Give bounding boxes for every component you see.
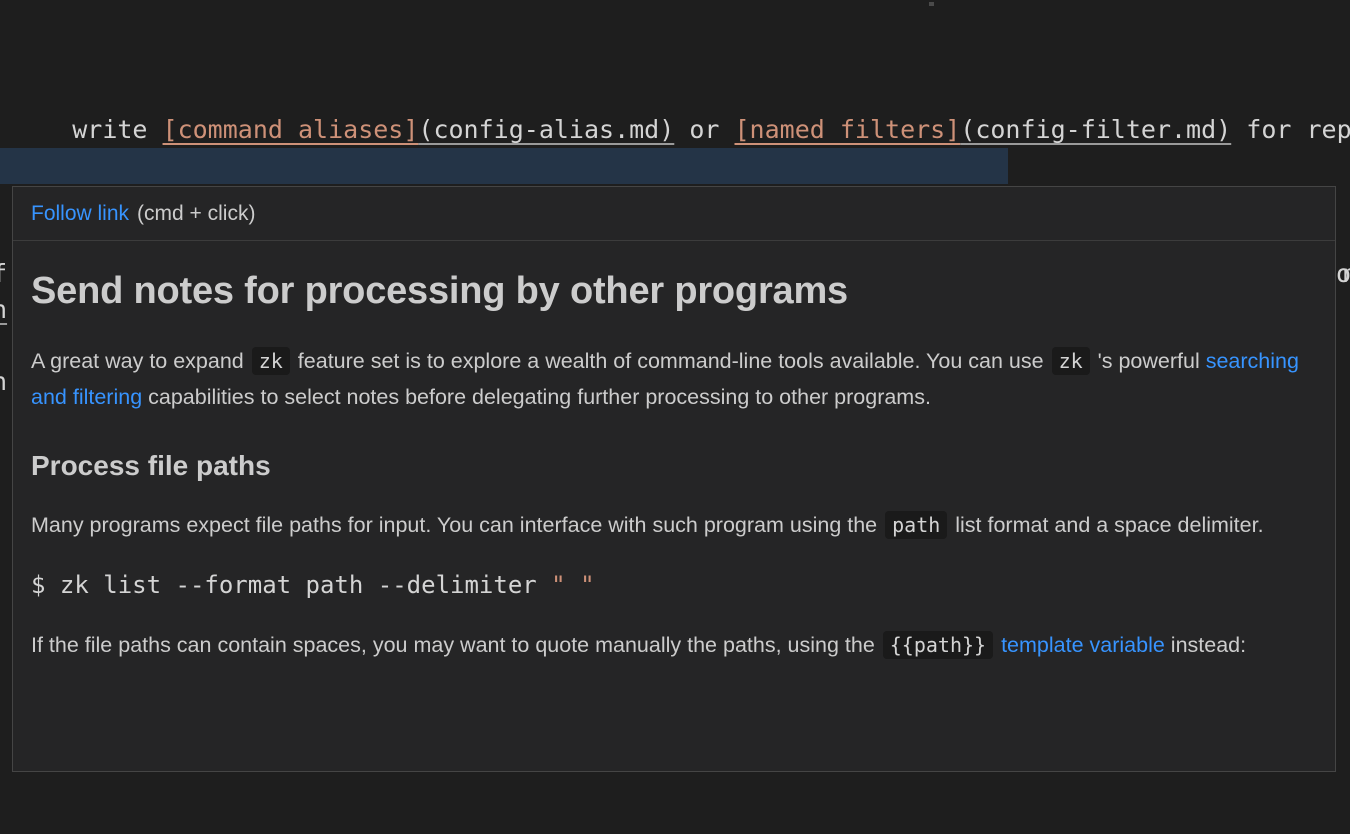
editor-line-1-seg-6: for repeated co: [1246, 115, 1350, 144]
doc-intro-part1: A great way to expand: [31, 349, 250, 373]
follow-link-action[interactable]: Follow link: [31, 202, 129, 226]
doc-section-part1: Many programs expect file paths for inpu…: [31, 513, 884, 537]
doc-closing-part2: instead:: [1164, 633, 1247, 657]
editor-line-3-selected[interactable]: [send notes for processing by other prog…: [0, 148, 1111, 216]
doc-code-block: $ zk list --format path --delimiter " ": [31, 569, 1317, 601]
editor-occluded-glyph-left-1: f: [0, 256, 7, 292]
doc-code-command: $ zk list --format path --delimiter: [31, 571, 552, 599]
editor-occluded-glyph-left-2: h: [0, 292, 7, 328]
hover-tooltip-popup[interactable]: Follow link (cmd + click) Send notes for…: [12, 186, 1336, 772]
follow-link-modifier-hint: (cmd + click): [137, 201, 256, 225]
doc-intro-paragraph: A great way to expand zk feature set is …: [31, 343, 1317, 415]
doc-closing-part1: If the file paths can contain spaces, yo…: [31, 633, 881, 657]
hover-popup-body: Send notes for processing by other progr…: [13, 241, 1335, 705]
inline-code-zk-2: zk: [1051, 347, 1090, 375]
doc-section-heading-process-file-paths: Process file paths: [31, 450, 271, 481]
doc-code-string-literal: " ": [551, 571, 595, 599]
editor-line-1-link-url-config-filter[interactable]: (config-filter.md): [960, 115, 1231, 144]
editor-artifact-pixel: [929, 2, 934, 6]
doc-intro-part2: feature set is to explore a wealth of co…: [291, 349, 1050, 373]
editor-line-1[interactable]: write [command aliases](config-alias.md)…: [12, 76, 1350, 144]
link-template-variable[interactable]: template variable: [1001, 633, 1165, 657]
doc-title: Send notes for processing by other progr…: [31, 270, 848, 312]
editor-occluded-glyph-right-2: n: [1342, 259, 1350, 288]
editor-occluded-glyph-left-3: h: [0, 364, 7, 400]
editor-line-2[interactable]: [call `zk` from other programs](external…: [12, 112, 810, 180]
doc-intro-part3: 's powerful: [1091, 349, 1206, 373]
inline-code-path: path: [885, 511, 948, 539]
doc-section-paragraph: Many programs expect file paths for inpu…: [31, 507, 1317, 543]
doc-intro-part4: capabilities to select notes before dele…: [142, 385, 931, 409]
doc-closing-paragraph: If the file paths can contain spaces, yo…: [31, 627, 1317, 663]
inline-code-zk-1: zk: [251, 347, 290, 375]
doc-section-part2: list format and a space delimiter.: [949, 513, 1264, 537]
hover-popup-header: Follow link (cmd + click): [13, 187, 1335, 241]
inline-code-path-template: {{path}}: [882, 631, 994, 659]
